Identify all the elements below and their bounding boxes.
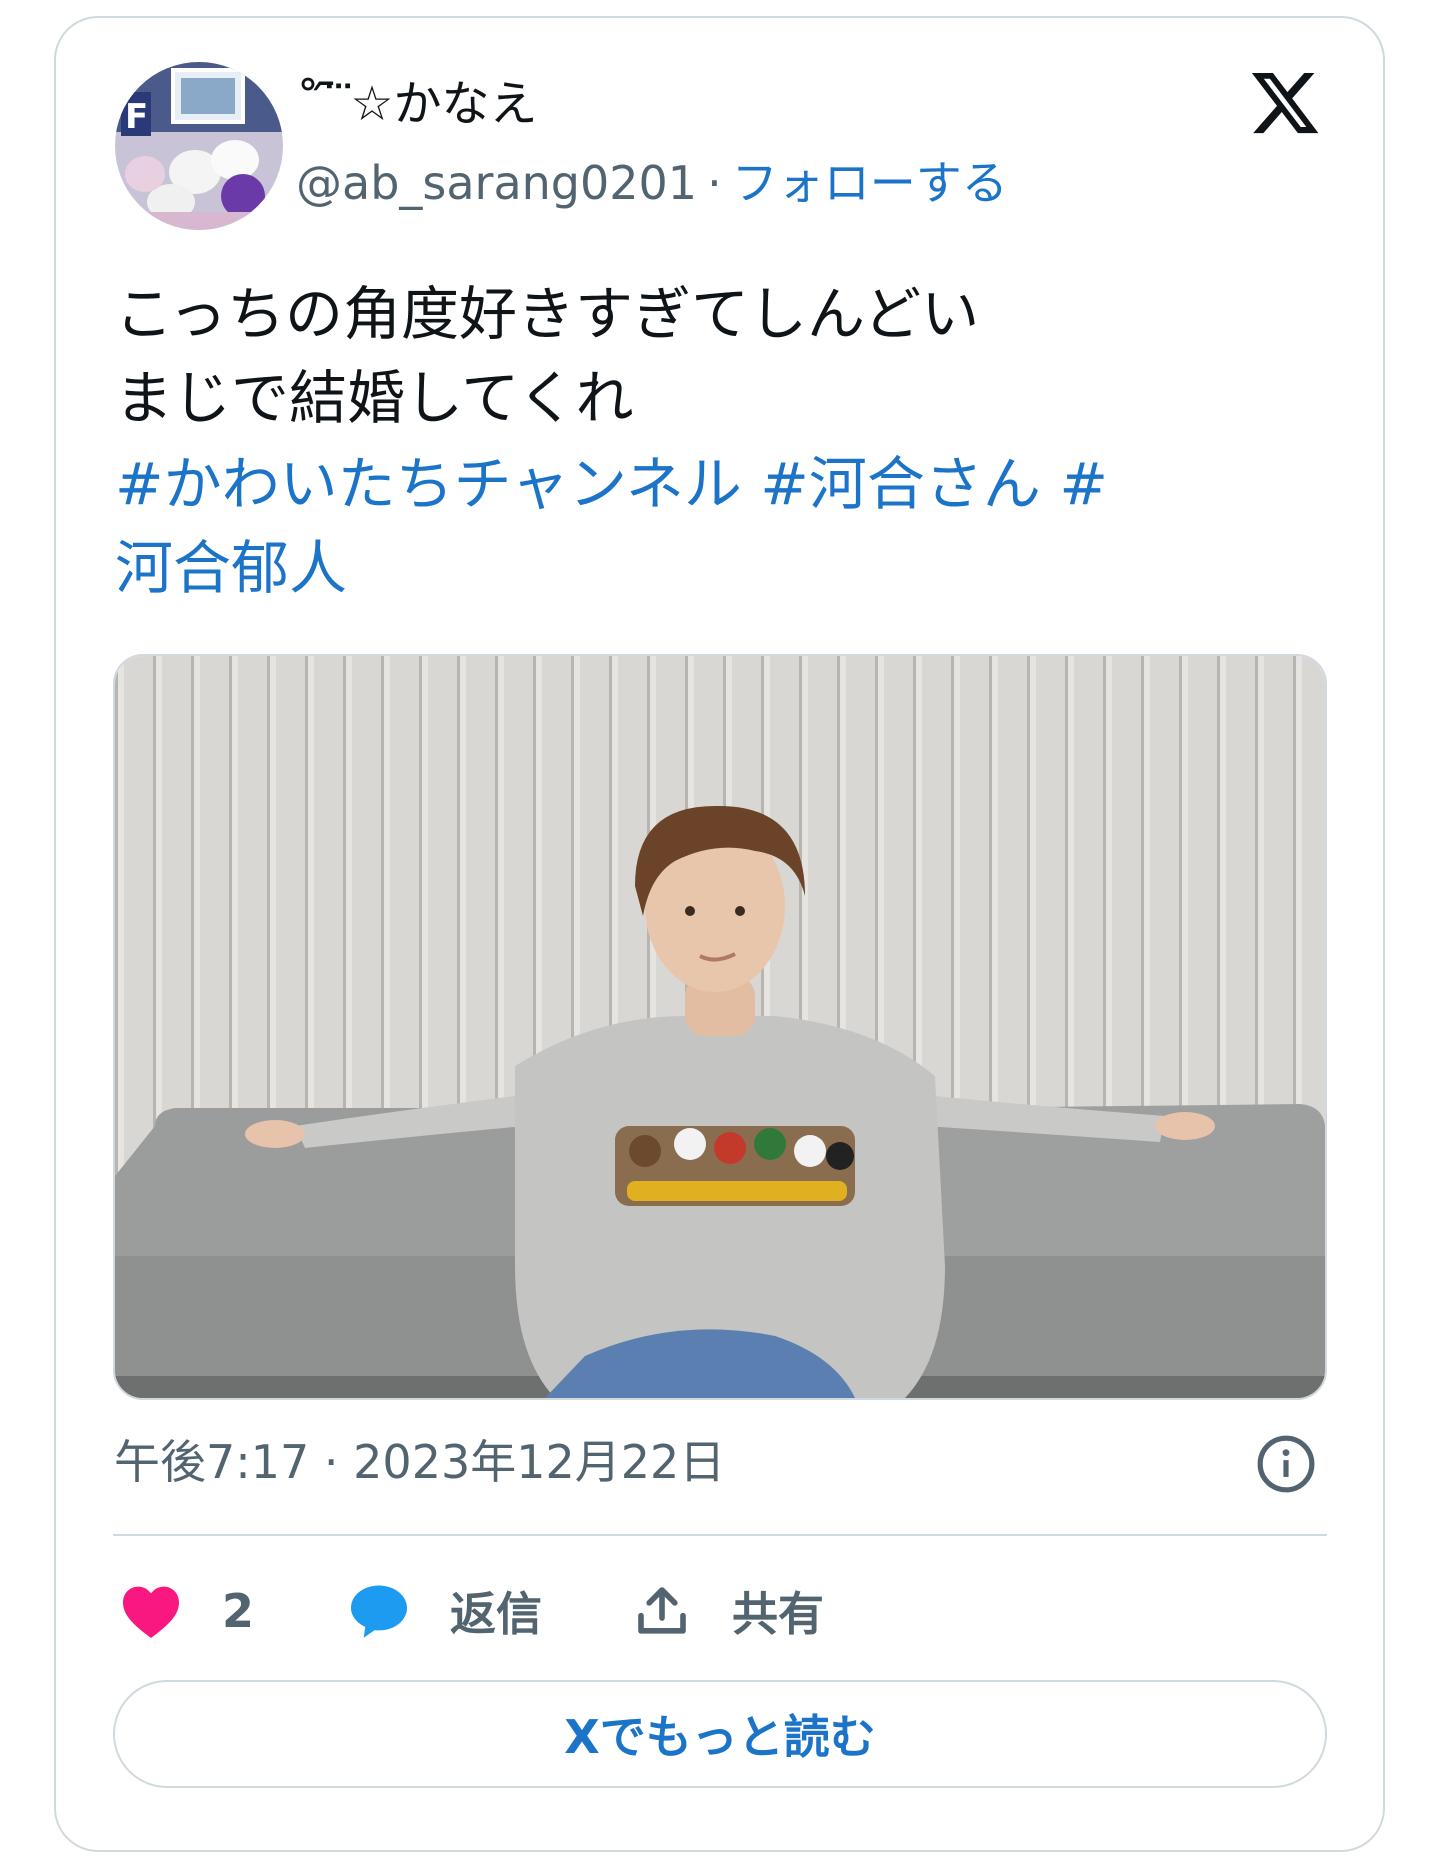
hashtag-link[interactable]: #かわいたちチャンネル bbox=[115, 450, 742, 518]
hashtag-line: 河合郁人 bbox=[115, 526, 1315, 610]
hashtag-link[interactable]: 河合郁人 bbox=[115, 534, 347, 602]
x-logo-icon[interactable] bbox=[1246, 66, 1324, 140]
reply-button[interactable]: 返信 bbox=[348, 1578, 542, 1644]
read-more-button[interactable]: Xでもっと読む bbox=[113, 1680, 1327, 1788]
heart-icon bbox=[123, 1586, 179, 1638]
sweater-graphic bbox=[615, 1126, 855, 1206]
avatar-image: F bbox=[115, 62, 283, 230]
hashtag-link[interactable]: # bbox=[1059, 450, 1108, 518]
separator-dot: · bbox=[707, 156, 722, 210]
info-icon[interactable] bbox=[1255, 1433, 1317, 1495]
tweet-timestamp[interactable]: 午後7:17 · 2023年12月22日 bbox=[114, 1432, 725, 1492]
reply-label: 返信 bbox=[450, 1587, 542, 1641]
divider bbox=[113, 1534, 1327, 1536]
read-more-label: Xでもっと読む bbox=[564, 1710, 876, 1764]
share-button[interactable]: 共有 bbox=[634, 1578, 824, 1644]
speech-bubble-icon bbox=[351, 1585, 407, 1638]
share-label: 共有 bbox=[732, 1587, 824, 1641]
tweet-text-line: こっちの角度好きすぎてしんどい bbox=[115, 280, 980, 348]
hashtag-link[interactable]: #河合さん bbox=[760, 450, 1041, 518]
tweet-media-photo[interactable] bbox=[113, 654, 1327, 1400]
upload-share-icon bbox=[638, 1587, 686, 1634]
handle-row: @ab_sarang0201 · フォローする bbox=[296, 154, 1008, 212]
avatar[interactable]: F bbox=[115, 62, 283, 230]
follow-link[interactable]: フォローする bbox=[732, 156, 1008, 210]
svg-text:F: F bbox=[125, 97, 148, 137]
photo-image bbox=[115, 656, 1325, 1398]
hashtag-line: #かわいたちチャンネル #河合さん # bbox=[115, 442, 1315, 526]
hashtags: #かわいたちチャンネル #河合さん # 河合郁人 bbox=[115, 442, 1315, 610]
tweet-text-line: まじで結婚してくれ bbox=[115, 364, 634, 432]
like-button[interactable]: 2 bbox=[120, 1578, 254, 1644]
user-handle[interactable]: @ab_sarang0201 bbox=[296, 156, 697, 210]
tweet-text: こっちの角度好きすぎてしんどい まじで結婚してくれ bbox=[115, 272, 1315, 440]
display-name[interactable]: ˚ ᷇ ⃛☆かなえ bbox=[296, 74, 538, 134]
like-count: 2 bbox=[222, 1584, 255, 1638]
